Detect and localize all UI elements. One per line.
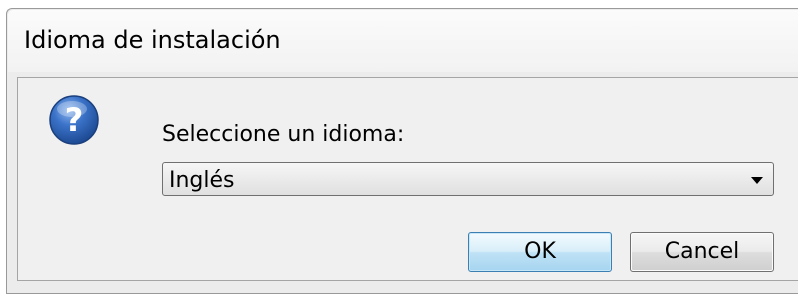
cancel-button[interactable]: Cancel — [630, 232, 774, 272]
language-dialog: Idioma de instalación ? Seleccione un id… — [6, 8, 798, 294]
title-bar[interactable]: Idioma de instalación — [8, 10, 798, 72]
language-select-value: Inglés — [169, 168, 235, 193]
question-icon: ? — [48, 94, 100, 146]
language-select[interactable]: Inglés — [162, 162, 774, 196]
chevron-down-icon[interactable] — [751, 177, 763, 184]
ok-button[interactable]: OK — [468, 232, 612, 272]
svg-text:?: ? — [65, 101, 84, 139]
dialog-body: ? Seleccione un idioma: Inglés OK Cancel — [17, 77, 798, 281]
select-language-label: Seleccione un idioma: — [162, 122, 405, 147]
dialog-title: Idioma de instalación — [24, 26, 281, 54]
screen: Idioma de instalación ? Seleccione un id… — [0, 0, 798, 303]
